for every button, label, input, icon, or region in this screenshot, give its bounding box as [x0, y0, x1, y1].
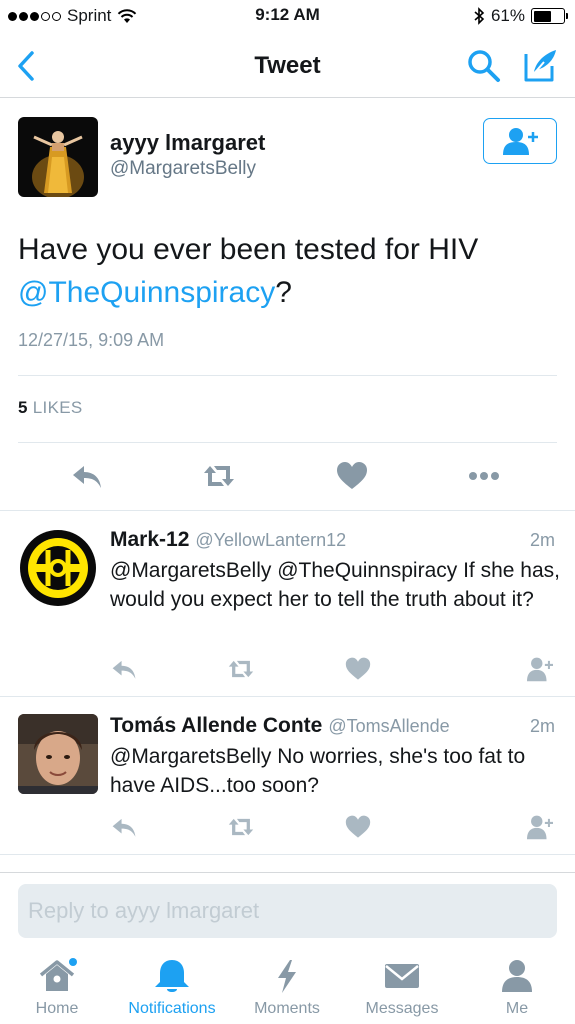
yellow-lantern-avatar-icon [18, 528, 98, 608]
reply-author[interactable]: Tomás Allende Conte @TomsAllende [110, 714, 450, 738]
reply-text: @MargaretsBelly No worries, she's too fa… [110, 745, 526, 797]
lightning-icon [278, 960, 296, 993]
tab-label: Moments [254, 1000, 320, 1017]
add-user-icon [503, 128, 538, 155]
heart-icon[interactable] [335, 460, 369, 492]
divider [0, 854, 575, 855]
tweet-body: Have you ever been tested for HIV [18, 233, 479, 266]
divider [0, 696, 575, 697]
tweet-actions [0, 456, 575, 496]
reply-author-handle: @TomsAllende [328, 716, 450, 736]
reply-author-handle: @YellowLantern12 [195, 530, 347, 550]
tab-label: Notifications [128, 1000, 216, 1017]
heart-icon[interactable] [344, 814, 372, 840]
likes-number: 5 [18, 398, 28, 417]
reply-avatar[interactable] [18, 714, 98, 794]
reply-author-name: Tomás Allende Conte [110, 714, 323, 737]
battery-percent: 61% [490, 6, 525, 25]
tab-label: Messages [365, 1000, 439, 1017]
compose-icon[interactable] [522, 46, 560, 84]
bluetooth-icon [474, 7, 485, 25]
tab-label: Home [35, 1000, 79, 1017]
reply-avatar[interactable] [18, 528, 98, 608]
nav-bar: Tweet [0, 36, 575, 98]
follow-user-icon[interactable] [526, 656, 554, 682]
search-icon[interactable] [466, 48, 502, 84]
tab-label: Me [505, 1000, 529, 1017]
retweet-icon[interactable] [202, 460, 236, 492]
tab-home[interactable]: Home [2, 958, 112, 1024]
reply-timestamp: 2m [529, 530, 555, 550]
tab-me[interactable]: Me [462, 958, 572, 1024]
likes-count[interactable]: 5 LIKES [18, 398, 83, 418]
tab-bar: Home Notifications Moments Messages Me [0, 950, 575, 1024]
reply-icon[interactable] [110, 814, 138, 840]
battery-info: 61% [473, 6, 568, 26]
status-bar: Sprint 9:12 AM 61% [0, 0, 575, 36]
tweet-suffix: ? [275, 276, 292, 309]
tab-moments[interactable]: Moments [232, 958, 342, 1024]
likes-label: LIKES [32, 398, 83, 417]
tab-notifications[interactable]: Notifications [117, 958, 227, 1024]
reply-author[interactable]: Mark-12 @YellowLantern12 [110, 528, 346, 552]
retweet-icon[interactable] [227, 656, 255, 682]
home-icon [39, 958, 77, 991]
follow-user-icon[interactable] [526, 814, 554, 840]
tweet-text: Have you ever been tested for HIV @TheQu… [18, 228, 558, 314]
reply-bar-divider [0, 872, 575, 873]
reply-author-name: Mark-12 [110, 528, 190, 551]
reply-icon[interactable] [70, 460, 104, 492]
author-name[interactable]: ayyy lmargaret [110, 130, 265, 156]
profile-photo-icon [18, 714, 98, 794]
divider [0, 510, 575, 511]
tweet-mention-link[interactable]: @TheQuinnspiracy [18, 276, 275, 309]
battery-icon [531, 8, 568, 24]
person-icon [502, 960, 532, 992]
tweet-timestamp: 12/27/15, 9:09 AM [18, 330, 165, 350]
reply-input[interactable] [18, 884, 557, 938]
retweet-icon[interactable] [227, 814, 255, 840]
bell-icon [155, 960, 189, 992]
envelope-icon [385, 964, 419, 988]
reply-icon[interactable] [110, 656, 138, 682]
reply-text: @MargaretsBelly @TheQuinnspiracy If she … [110, 559, 560, 611]
more-options-icon[interactable] [467, 460, 501, 492]
heart-icon[interactable] [344, 656, 372, 682]
divider [18, 375, 557, 376]
reply-timestamp: 2m [529, 716, 555, 736]
author-avatar[interactable] [18, 117, 98, 197]
follow-button[interactable] [483, 118, 557, 164]
tab-messages[interactable]: Messages [347, 958, 457, 1024]
divider [18, 442, 557, 443]
author-handle[interactable]: @MargaretsBelly [110, 158, 256, 180]
